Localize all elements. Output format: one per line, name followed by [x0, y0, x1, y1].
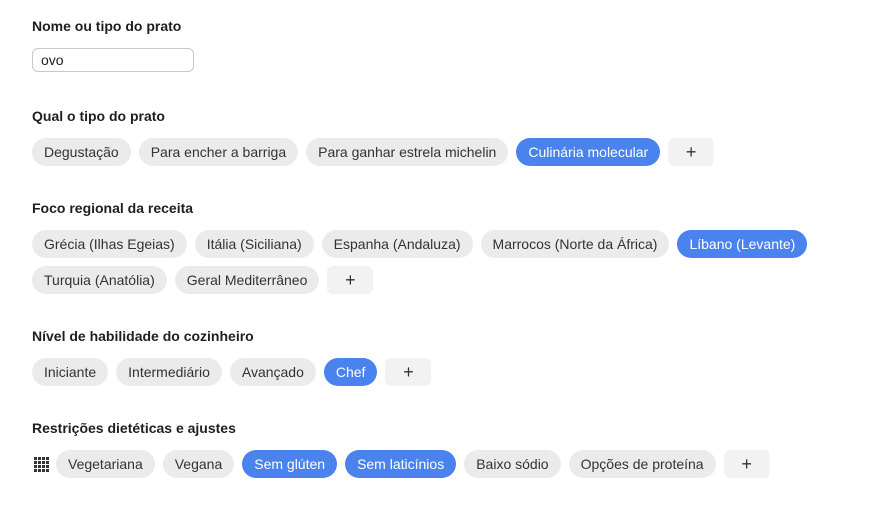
skill-section: Nível de habilidade do cozinheiro Inicia… — [32, 327, 854, 386]
chip-geral-mediterraneo[interactable]: Geral Mediterrâneo — [174, 266, 320, 294]
add-option-button[interactable]: + — [385, 358, 432, 386]
region-title: Foco regional da receita — [32, 200, 194, 216]
add-option-button[interactable]: + — [327, 266, 374, 294]
region-section: Foco regional da receita Grécia (Ilhas E… — [32, 199, 854, 294]
chip-marrocos-norte-da-africa[interactable]: Marrocos (Norte da África) — [480, 230, 670, 258]
chip-grecia-ilhas-egeias[interactable]: Grécia (Ilhas Egeias) — [32, 230, 187, 258]
chip-italia-siciliana[interactable]: Itália (Siciliana) — [194, 230, 314, 258]
dish-name-title: Nome ou tipo do prato — [32, 18, 182, 34]
chip-sem-laticinios[interactable]: Sem laticínios — [345, 450, 457, 478]
chip-opcoes-de-proteina[interactable]: Opções de proteína — [568, 450, 716, 478]
diet-title: Restrições dietéticas e ajustes — [32, 420, 236, 436]
add-option-button[interactable]: + — [668, 138, 715, 166]
chip-intermediario[interactable]: Intermediário — [116, 358, 222, 386]
chip-para-ganhar-estrela-michelin[interactable]: Para ganhar estrela michelin — [306, 138, 509, 166]
chip-culinaria-molecular[interactable]: Culinária molecular — [516, 138, 661, 166]
chip-degustacao[interactable]: Degustação — [32, 138, 131, 166]
chip-vegana[interactable]: Vegana — [162, 450, 235, 478]
add-option-button[interactable]: + — [723, 450, 770, 478]
chip-libano-levante[interactable]: Líbano (Levante) — [677, 230, 808, 258]
chip-chef[interactable]: Chef — [323, 358, 378, 386]
diet-section: Restrições dietéticas e ajustes Vegetari… — [32, 419, 854, 478]
chip-avancado[interactable]: Avançado — [229, 358, 316, 386]
diet-options: Vegetariana Vegana Sem glúten Sem laticínio… — [32, 450, 854, 478]
skill-options: Iniciante Intermediário Avançado Chef + — [32, 358, 854, 386]
region-options: Grécia (Ilhas Egeias) Itália (Siciliana) E… — [32, 230, 862, 294]
dish-type-section: Qual o tipo do prato Degustação Para ench… — [32, 107, 854, 166]
grid-icon[interactable] — [32, 455, 50, 473]
chip-turquia-anatolia[interactable]: Turquia (Anatólia) — [32, 266, 167, 294]
dish-name-input[interactable] — [32, 48, 194, 72]
chip-baixo-sodio[interactable]: Baixo sódio — [464, 450, 561, 478]
chip-espanha-andaluza[interactable]: Espanha (Andaluza) — [321, 230, 473, 258]
chip-iniciante[interactable]: Iniciante — [32, 358, 109, 386]
skill-title: Nível de habilidade do cozinheiro — [32, 328, 254, 344]
chip-para-encher-a-barriga[interactable]: Para encher a barriga — [138, 138, 299, 166]
chip-sem-gluten[interactable]: Sem glúten — [242, 450, 338, 478]
dish-type-options: Degustação Para encher a barriga Para ganh… — [32, 138, 854, 166]
dish-type-title: Qual o tipo do prato — [32, 108, 165, 124]
chip-vegetariana[interactable]: Vegetariana — [56, 450, 155, 478]
